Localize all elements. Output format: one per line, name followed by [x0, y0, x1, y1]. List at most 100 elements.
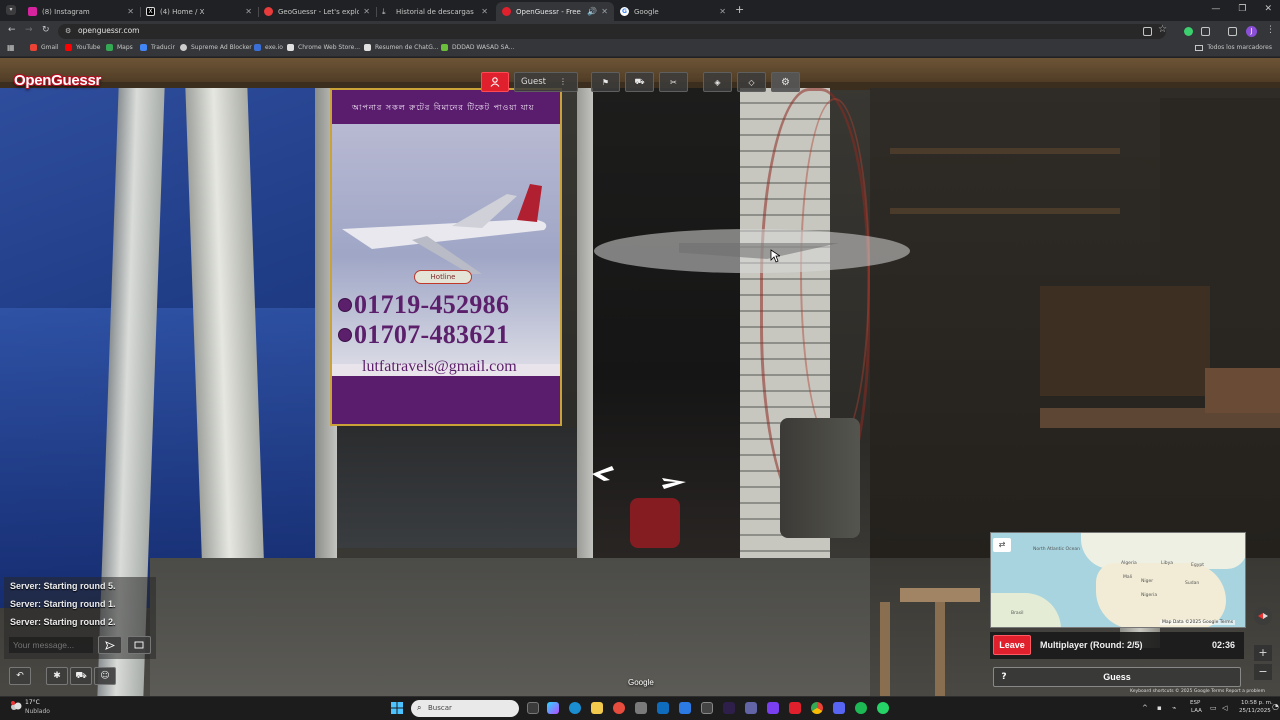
outlook-icon[interactable] — [657, 702, 669, 714]
windows-start-icon[interactable] — [391, 702, 403, 714]
nav-arrow-left-icon[interactable] — [590, 464, 616, 482]
new-tab-button[interactable]: + — [735, 3, 744, 16]
close-tab-icon[interactable]: ✕ — [363, 7, 370, 16]
reddit-button[interactable]: ☺ — [94, 667, 116, 685]
system-clock[interactable]: 10:58 p. m. — [1241, 700, 1273, 706]
bookmark-exeio[interactable]: exe.io — [254, 44, 283, 51]
discord-icon[interactable] — [833, 702, 845, 714]
help-button[interactable]: ? — [993, 667, 1015, 687]
close-window-icon[interactable]: ✕ — [1264, 4, 1272, 14]
back-icon[interactable]: ← — [8, 25, 16, 35]
bookmark-maps[interactable]: Maps — [106, 44, 133, 51]
vehicle-button[interactable]: ⛟ — [625, 72, 654, 92]
maximize-icon[interactable]: ❐ — [1238, 4, 1246, 14]
close-tab-icon[interactable]: ✕ — [245, 7, 252, 16]
menu-icon[interactable]: ⋮ — [1266, 25, 1275, 35]
reload-icon[interactable]: ↻ — [42, 25, 50, 35]
chevron-up-icon[interactable]: ^ — [1142, 704, 1148, 712]
all-bookmarks-folder[interactable]: Todos los marcadores — [1195, 44, 1272, 51]
streetview-attribution[interactable]: Keyboard shortcuts © 2025 Google Terms R… — [1130, 689, 1265, 694]
extensions-puzzle-icon[interactable] — [1201, 27, 1210, 36]
chat-message-input[interactable] — [9, 637, 93, 653]
tab-groups-icon[interactable] — [1228, 27, 1237, 36]
bookmark-chatgpt[interactable]: Resumen de ChatG... — [364, 44, 439, 51]
bookmark-gmail[interactable]: Gmail — [30, 44, 59, 51]
openguessr-logo[interactable]: OpenGuessr — [14, 72, 101, 89]
chrome-icon[interactable] — [811, 702, 823, 714]
address-bar[interactable]: ⚙ openguessr.com — [58, 24, 1166, 39]
close-tab-icon[interactable]: ✕ — [601, 7, 608, 16]
volume-icon[interactable]: ◁ — [1222, 704, 1227, 712]
network-icon[interactable]: ⌁ — [1172, 704, 1176, 712]
monitor-icon[interactable]: ▭ — [1210, 704, 1217, 712]
movement-indicator[interactable] — [594, 229, 910, 273]
taskbar-search[interactable]: ⌕ Buscar — [411, 700, 519, 717]
bookmark-star-icon[interactable]: ☆ — [1158, 24, 1167, 35]
system-date[interactable]: 25/11/2025 — [1239, 708, 1271, 714]
chatgpt-icon — [364, 44, 371, 51]
bookmark-dddad[interactable]: DDDAD WASAD SA... — [441, 44, 514, 51]
tab-x-home[interactable]: X (4) Home / X ✕ — [140, 2, 259, 21]
copilot-icon[interactable] — [547, 702, 559, 714]
extension-icon[interactable] — [1184, 27, 1193, 36]
forward-icon[interactable]: → — [25, 25, 33, 35]
apps-grid-icon[interactable]: ▦ — [7, 43, 15, 52]
zoom-out-button[interactable]: − — [1254, 664, 1272, 680]
close-tab-icon[interactable]: ✕ — [127, 7, 134, 16]
compass-icon[interactable] — [1254, 607, 1272, 625]
send-message-button[interactable] — [98, 636, 122, 654]
edge-icon[interactable] — [569, 702, 581, 714]
app-icon[interactable] — [767, 702, 779, 714]
bookmark-youtube[interactable]: YouTube — [65, 44, 100, 51]
close-tab-icon[interactable]: ✕ — [481, 7, 488, 16]
nav-arrow-right-icon[interactable] — [658, 472, 690, 490]
tools-button[interactable]: ✂ — [659, 72, 688, 92]
file-explorer-icon[interactable] — [591, 702, 603, 714]
whatsapp-icon[interactable] — [877, 702, 889, 714]
keyboard-layout[interactable]: LAA — [1191, 708, 1202, 714]
tab-openguessr[interactable]: OpenGuessr - Free GeoGue 🔊 ✕ — [496, 2, 614, 21]
spotify-icon[interactable] — [855, 702, 867, 714]
app-icon[interactable] — [635, 702, 647, 714]
tab-instagram[interactable]: (8) Instagram ✕ — [22, 2, 141, 21]
site-info-icon[interactable]: ⚙ — [65, 27, 71, 35]
guess-map[interactable]: North Atlantic Ocean Brasil Mali Niger S… — [990, 532, 1246, 628]
leave-button[interactable]: Leave — [993, 635, 1031, 655]
app-icon[interactable] — [789, 702, 801, 714]
settings-button[interactable]: ⚙ — [771, 72, 800, 92]
task-view-icon[interactable] — [527, 702, 539, 714]
bookmark-adblocker[interactable]: Supreme Ad Blocker — [180, 44, 252, 51]
bug-report-button[interactable]: ✱ — [46, 667, 68, 685]
undo-button[interactable]: ↶ — [9, 667, 31, 685]
bookmark-webstore[interactable]: Chrome Web Store... — [287, 44, 360, 51]
map-resize-button[interactable]: ⇄ — [993, 538, 1011, 552]
tray-icon[interactable]: ▪ — [1157, 704, 1162, 712]
guess-button[interactable]: Guess — [1090, 667, 1144, 687]
tab-search-icon[interactable]: ▾ — [6, 5, 16, 15]
app-icon[interactable] — [701, 702, 713, 714]
translate-icon[interactable] — [1143, 27, 1152, 36]
car-view-button[interactable]: ⛟ — [70, 667, 92, 685]
zoom-in-button[interactable]: + — [1254, 645, 1272, 661]
app-icon[interactable] — [679, 702, 691, 714]
tab-google[interactable]: G Google ✕ — [614, 2, 732, 21]
layers-button[interactable]: ◈ — [703, 72, 732, 92]
profile-button[interactable] — [481, 72, 509, 92]
app-icon[interactable] — [613, 702, 625, 714]
tab-downloads[interactable]: ⤓ Historial de descargas ✕ — [376, 2, 494, 21]
bookmark-traducir[interactable]: Traducir — [140, 44, 175, 51]
tab-geoguessr[interactable]: GeoGuessr - Let's explore the w ✕ — [258, 2, 377, 21]
language-indicator[interactable]: ESP — [1190, 700, 1200, 706]
app-icon[interactable] — [723, 702, 735, 714]
minimize-icon[interactable]: — — [1211, 4, 1220, 14]
flag-button[interactable]: ⚑ — [591, 72, 620, 92]
chat-toggle-button[interactable] — [127, 636, 151, 654]
close-tab-icon[interactable]: ✕ — [719, 7, 726, 16]
notification-icon[interactable]: ◔ — [1272, 702, 1279, 711]
profile-avatar[interactable]: J — [1246, 26, 1257, 37]
teams-icon[interactable] — [745, 702, 757, 714]
player-name-field[interactable]: Guest ⋮ — [514, 72, 578, 92]
more-options-icon[interactable]: ⋮ — [559, 77, 567, 86]
layers-alt-button[interactable]: ◇ — [737, 72, 766, 92]
speaker-icon[interactable]: 🔊 — [587, 7, 597, 16]
